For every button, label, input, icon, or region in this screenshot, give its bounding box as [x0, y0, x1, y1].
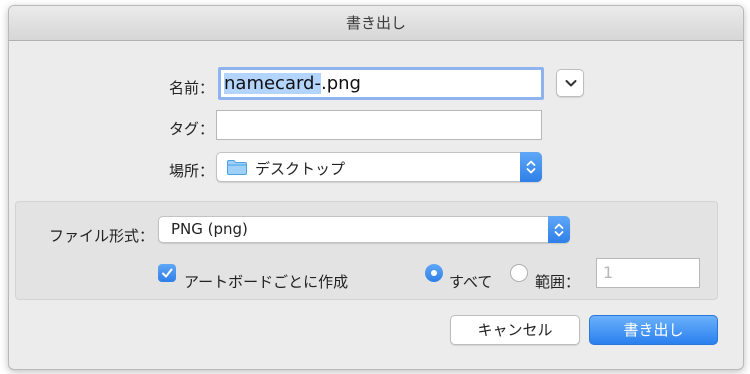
format-popup[interactable]: PNG (png): [158, 216, 570, 243]
per-artboard-label[interactable]: アートボードごとに作成: [184, 271, 348, 292]
range-label[interactable]: 範囲：: [535, 271, 580, 292]
checkmark-icon: [162, 268, 173, 278]
dialog-title: 書き出し: [9, 6, 743, 41]
where-folder-text: デスクトップ: [255, 160, 346, 178]
cancel-button[interactable]: キャンセル: [450, 315, 580, 345]
expand-dialog-button[interactable]: [556, 69, 584, 97]
export-button[interactable]: 書き出し: [589, 315, 718, 345]
format-label: ファイル形式：: [48, 227, 154, 245]
chevron-down-icon: [565, 80, 577, 87]
all-label[interactable]: すべて: [449, 271, 492, 292]
up-down-arrows-icon: [526, 160, 536, 174]
all-radio[interactable]: [425, 264, 443, 282]
up-down-arrows-icon: [554, 223, 564, 236]
where-stepper: [520, 152, 542, 182]
where-popup[interactable]: デスクトップ: [216, 152, 542, 182]
name-extension-text: .png: [320, 73, 361, 94]
range-field[interactable]: 1: [596, 258, 700, 288]
tags-field[interactable]: [216, 110, 542, 140]
folder-icon: [227, 160, 247, 175]
per-artboard-checkbox[interactable]: [158, 264, 176, 282]
range-radio[interactable]: [510, 264, 528, 282]
name-selected-text: namecard-: [224, 73, 321, 94]
format-stepper: [548, 216, 570, 243]
tags-label: タグ：: [168, 120, 214, 138]
name-field[interactable]: namecard-.png: [218, 67, 544, 100]
format-value: PNG (png): [171, 220, 248, 238]
where-label: 場所：: [168, 162, 214, 180]
name-label: 名前：: [168, 79, 214, 97]
